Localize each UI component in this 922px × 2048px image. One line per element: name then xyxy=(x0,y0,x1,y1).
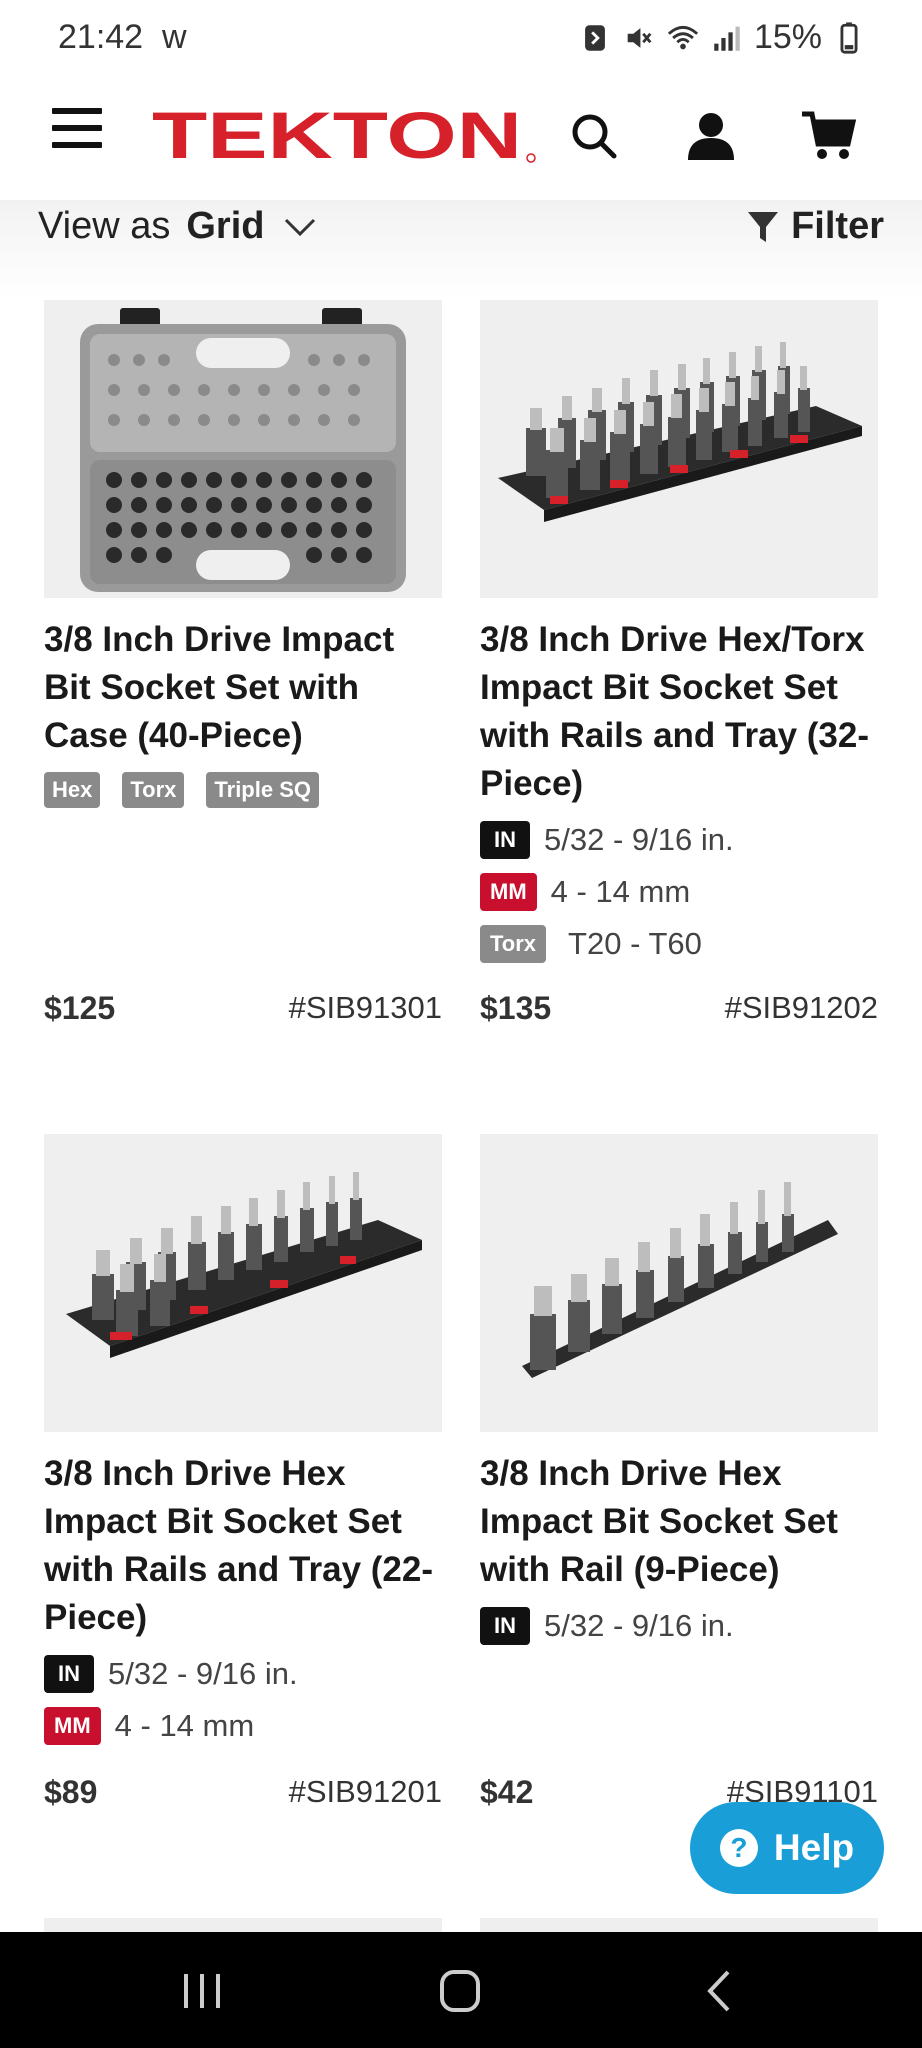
product-title[interactable]: 3/8 Inch Drive Hex Impact Bit Socket Set… xyxy=(44,1450,442,1642)
tekton-logo[interactable]: TEKTON xyxy=(152,100,537,170)
help-button[interactable]: ? Help xyxy=(690,1802,884,1894)
account-icon[interactable] xyxy=(683,108,739,164)
clock: 21:42 xyxy=(58,18,144,56)
spec-value: T20 - T60 xyxy=(568,926,702,961)
tag-list: Hex Torx Triple SQ xyxy=(44,772,442,808)
spec-value: 5/32 - 9/16 in. xyxy=(108,1656,298,1691)
product-card[interactable]: 3/8 Inch Drive Hex Impact Bit Socket Set… xyxy=(44,1134,442,1746)
filter-label: Filter xyxy=(791,205,884,247)
nfc-icon xyxy=(585,24,605,51)
view-mode-value: Grid xyxy=(186,205,265,247)
product-sku: #SIB91202 xyxy=(724,990,878,1025)
status-icons: 15% xyxy=(578,18,866,57)
spec-value: 4 - 14 mm xyxy=(114,1708,255,1743)
spec-row: MM 4 - 14 mm xyxy=(480,872,878,912)
product-image[interactable] xyxy=(480,300,878,598)
battery-icon xyxy=(840,21,858,54)
view-as-toggle[interactable]: View as Grid xyxy=(38,205,317,248)
spec-row: MM 4 - 14 mm xyxy=(44,1706,442,1746)
product-sku: #SIB91201 xyxy=(288,1774,442,1809)
cart-icon[interactable] xyxy=(800,108,856,164)
spec-badge: IN xyxy=(44,1655,94,1693)
home-icon[interactable] xyxy=(430,1968,490,2014)
product-image[interactable] xyxy=(480,1134,878,1432)
search-icon[interactable] xyxy=(566,108,622,164)
status-time: 21:42 w xyxy=(58,18,187,57)
spec-badge: IN xyxy=(480,1607,530,1645)
signal-icon xyxy=(714,26,740,51)
product-card[interactable]: 3/8 Inch Drive Hex/Torx Impact Bit Socke… xyxy=(480,300,878,964)
spec-row: IN 5/32 - 9/16 in. xyxy=(480,820,878,860)
product-image[interactable] xyxy=(44,1134,442,1432)
carrier-indicator: w xyxy=(162,18,187,56)
svg-text:TEKTON: TEKTON xyxy=(152,100,522,170)
menu-icon[interactable] xyxy=(52,108,102,152)
product-price: $135 xyxy=(480,990,552,1026)
spec-value: 4 - 14 mm xyxy=(550,874,691,909)
product-sku: #SIB91301 xyxy=(288,990,442,1025)
back-icon[interactable] xyxy=(690,1968,750,2014)
tag-badge: Triple SQ xyxy=(206,772,319,808)
filter-icon xyxy=(748,211,779,242)
wifi-icon xyxy=(667,25,699,49)
spec-badge: IN xyxy=(480,821,530,859)
product-image[interactable] xyxy=(44,300,442,598)
product-title[interactable]: 3/8 Inch Drive Hex Impact Bit Socket Set… xyxy=(480,1450,878,1594)
battery-percent: 15% xyxy=(753,18,822,56)
product-price: $89 xyxy=(44,1774,98,1810)
product-card[interactable]: 3/8 Inch Drive Hex Impact Bit Socket Set… xyxy=(480,1134,878,1646)
view-as-label: View as xyxy=(38,205,171,247)
question-icon: ? xyxy=(719,1829,758,1867)
recents-icon[interactable] xyxy=(172,1968,232,2014)
spec-row: Torx T20 - T60 xyxy=(480,924,878,964)
help-label: Help xyxy=(773,1827,855,1868)
spec-row: IN 5/32 - 9/16 in. xyxy=(480,1606,878,1646)
product-title[interactable]: 3/8 Inch Drive Impact Bit Socket Set wit… xyxy=(44,616,442,760)
spec-badge: Torx xyxy=(480,925,547,963)
tag-badge: Torx xyxy=(122,772,185,808)
tag-badge: Hex xyxy=(44,772,101,808)
product-card[interactable]: 3/8 Inch Drive Impact Bit Socket Set wit… xyxy=(44,300,442,808)
system-nav-bar xyxy=(0,1932,922,2048)
product-title[interactable]: 3/8 Inch Drive Hex/Torx Impact Bit Socke… xyxy=(480,616,878,808)
spec-badge: MM xyxy=(44,1707,101,1745)
filter-button[interactable]: Filter xyxy=(747,205,884,248)
spec-value: 5/32 - 9/16 in. xyxy=(544,822,734,857)
spec-row: IN 5/32 - 9/16 in. xyxy=(44,1654,442,1694)
spec-badge: MM xyxy=(480,873,537,911)
product-price: $42 xyxy=(480,1774,534,1810)
spec-value: 5/32 - 9/16 in. xyxy=(544,1608,734,1643)
product-price: $125 xyxy=(44,990,116,1026)
mute-icon xyxy=(627,27,652,48)
chevron-down-icon xyxy=(284,218,315,236)
status-bar: 21:42 w 15% xyxy=(0,0,922,78)
site-header: TEKTON xyxy=(0,78,922,201)
